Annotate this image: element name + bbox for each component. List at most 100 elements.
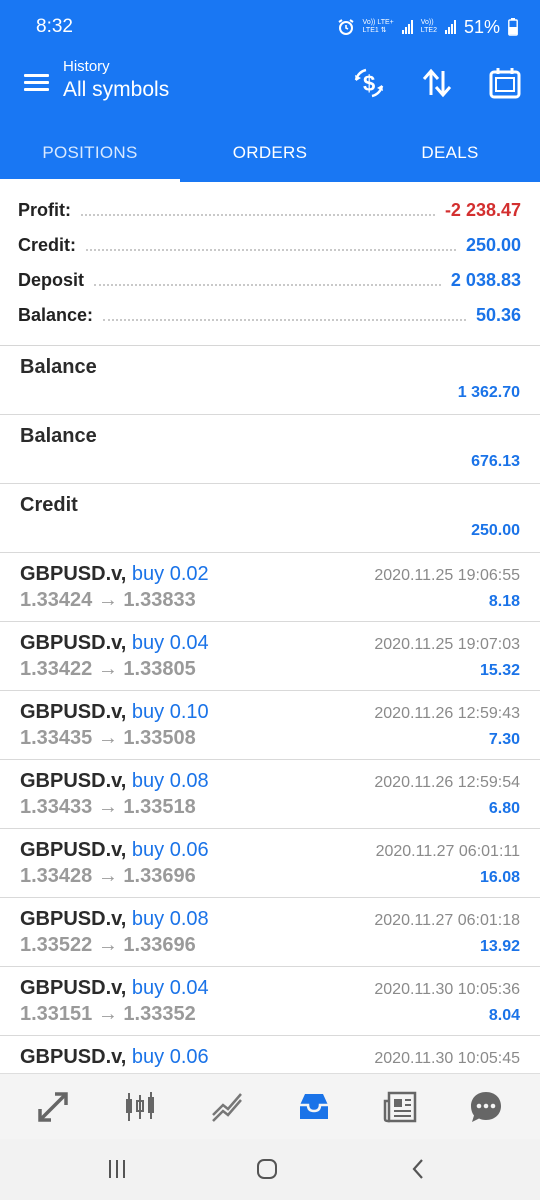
position-row[interactable]: GBPUSD.v, buy 0.02 1.33424 → 1.33833 202…	[0, 553, 540, 622]
status-bar: 8:32 Vo)) LTE+ LTE1 ⇅ Vo)) LTE2 51%	[0, 0, 540, 54]
position-profit: 13.92	[479, 938, 520, 955]
page-title: All symbols	[63, 78, 170, 101]
position-title: GBPUSD.v, buy 0.10	[20, 701, 209, 724]
position-type: buy 0.06	[131, 1046, 209, 1068]
system-navigation-bar	[0, 1139, 540, 1200]
tab-orders[interactable]: ORDERS	[180, 124, 360, 182]
nav-chat[interactable]	[463, 1084, 509, 1130]
position-date: 2020.11.26 12:59:54	[374, 774, 520, 791]
summary-label: Profit:	[18, 200, 71, 220]
balance-operation-row[interactable]: Balance 676.13	[0, 415, 540, 484]
position-prices: 1.33428 → 1.33696	[20, 865, 196, 887]
position-row[interactable]: GBPUSD.v, buy 0.06 2020.11.30 10:05:45	[0, 1036, 540, 1072]
quotes-icon	[38, 1092, 68, 1122]
position-profit: 8.04	[488, 1007, 520, 1024]
operation-title: Balance	[20, 425, 97, 447]
position-date: 2020.11.26 12:59:43	[374, 705, 520, 722]
status-icons: Vo)) LTE+ LTE1 ⇅ Vo)) LTE2 51%	[337, 14, 518, 40]
home-button[interactable]	[247, 1153, 287, 1185]
position-row[interactable]: GBPUSD.v, buy 0.06 1.33428 → 1.33696 202…	[0, 829, 540, 898]
position-prices: 1.33151 → 1.33352	[20, 1003, 196, 1025]
position-symbol: GBPUSD.v,	[20, 632, 127, 654]
nav-history[interactable]	[291, 1084, 337, 1130]
position-title: GBPUSD.v, buy 0.06	[20, 839, 209, 862]
position-prices: 1.33424 → 1.33833	[20, 589, 196, 611]
nav-trade[interactable]	[204, 1084, 250, 1130]
history-inbox-icon	[300, 1094, 328, 1119]
nav-news[interactable]	[377, 1084, 423, 1130]
summary-value: 250.00	[465, 235, 521, 255]
position-row[interactable]: GBPUSD.v, buy 0.04 1.33151 → 1.33352 202…	[0, 967, 540, 1036]
position-profit: 16.08	[479, 869, 520, 886]
currency-exchange-button[interactable]: $	[348, 62, 390, 104]
position-type: buy 0.10	[131, 701, 209, 723]
operation-amount: 676.13	[471, 453, 520, 470]
position-title: GBPUSD.v, buy 0.08	[20, 770, 209, 793]
nav-chart[interactable]	[117, 1084, 163, 1130]
sim1-top-text: Vo)) LTE+	[362, 19, 394, 26]
signal-icon	[444, 20, 456, 34]
position-prices: 1.33422 → 1.33805	[20, 658, 196, 680]
position-type: buy 0.02	[131, 563, 209, 585]
operation-title: Credit	[20, 494, 78, 516]
summary-label: Credit:	[18, 235, 76, 255]
news-icon	[383, 1091, 417, 1123]
bottom-navigation	[0, 1073, 540, 1139]
summary-value: 50.36	[475, 305, 521, 325]
position-symbol: GBPUSD.v,	[20, 1046, 127, 1068]
position-type: buy 0.08	[131, 908, 209, 930]
position-prices: 1.33435 → 1.33508	[20, 727, 196, 749]
position-profit: 15.32	[479, 662, 520, 679]
position-profit: 8.18	[488, 593, 520, 610]
balance-operation-row[interactable]: Balance 1 362.70	[0, 346, 540, 415]
menu-button[interactable]	[22, 70, 52, 96]
position-type: buy 0.04	[131, 977, 209, 999]
recent-apps-icon	[109, 1160, 125, 1178]
sim1-network: Vo)) LTE+ LTE1 ⇅	[363, 19, 394, 35]
sort-icon	[422, 68, 452, 98]
calendar-icon	[489, 68, 521, 99]
position-date: 2020.11.30 10:05:36	[374, 981, 520, 998]
dotted-leader	[103, 311, 466, 321]
battery-percent: 51%	[463, 16, 500, 37]
tab-positions[interactable]: POSITIONS	[0, 124, 180, 182]
position-symbol: GBPUSD.v,	[20, 839, 127, 861]
operation-amount: 1 362.70	[457, 384, 520, 401]
position-row[interactable]: GBPUSD.v, buy 0.04 1.33422 → 1.33805 202…	[0, 622, 540, 691]
sort-button[interactable]	[416, 62, 458, 104]
summary-value: 2 038.83	[450, 270, 521, 290]
summary-deposit-row: Deposit 2 038.83	[18, 263, 521, 298]
history-list[interactable]: Balance 1 362.70 Balance 676.13 Credit 2…	[0, 346, 540, 1072]
position-row[interactable]: GBPUSD.v, buy 0.10 1.33435 → 1.33508 202…	[0, 691, 540, 760]
recent-apps-button[interactable]	[97, 1153, 137, 1185]
calendar-button[interactable]	[484, 62, 526, 104]
operation-title: Balance	[20, 356, 97, 378]
page-subtitle: History	[63, 58, 110, 75]
back-button[interactable]	[399, 1153, 439, 1185]
position-title: GBPUSD.v, buy 0.04	[20, 632, 209, 655]
toolbar-title[interactable]: History All symbols	[63, 58, 169, 102]
position-type: buy 0.04	[131, 632, 209, 654]
position-date: 2020.11.27 06:01:18	[374, 912, 520, 929]
trade-icon	[212, 1093, 242, 1122]
position-prices: 1.33433 → 1.33518	[20, 796, 196, 818]
sim2-top-text: Vo))	[420, 19, 434, 26]
summary-balance-row: Balance: 50.36	[18, 298, 521, 333]
credit-operation-row[interactable]: Credit 250.00	[0, 484, 540, 553]
status-time: 8:32	[36, 16, 73, 37]
tab-deals[interactable]: DEALS	[360, 124, 540, 182]
position-symbol: GBPUSD.v,	[20, 908, 127, 930]
svg-text:$: $	[363, 71, 375, 96]
position-symbol: GBPUSD.v,	[20, 977, 127, 999]
alarm-icon	[337, 19, 354, 35]
position-title: GBPUSD.v, buy 0.06	[20, 1046, 209, 1069]
position-profit: 6.80	[488, 800, 520, 817]
nav-quotes[interactable]	[30, 1084, 76, 1130]
position-row[interactable]: GBPUSD.v, buy 0.08 1.33522 → 1.33696 202…	[0, 898, 540, 967]
sim1-bottom-text: LTE1 ⇅	[362, 27, 387, 34]
currency-exchange-icon: $	[354, 68, 384, 98]
chart-candles-icon	[126, 1092, 154, 1121]
sim2-bottom-text: LTE2	[420, 27, 437, 34]
position-row[interactable]: GBPUSD.v, buy 0.08 1.33433 → 1.33518 202…	[0, 760, 540, 829]
tab-bar: POSITIONS ORDERS DEALS	[0, 124, 540, 182]
